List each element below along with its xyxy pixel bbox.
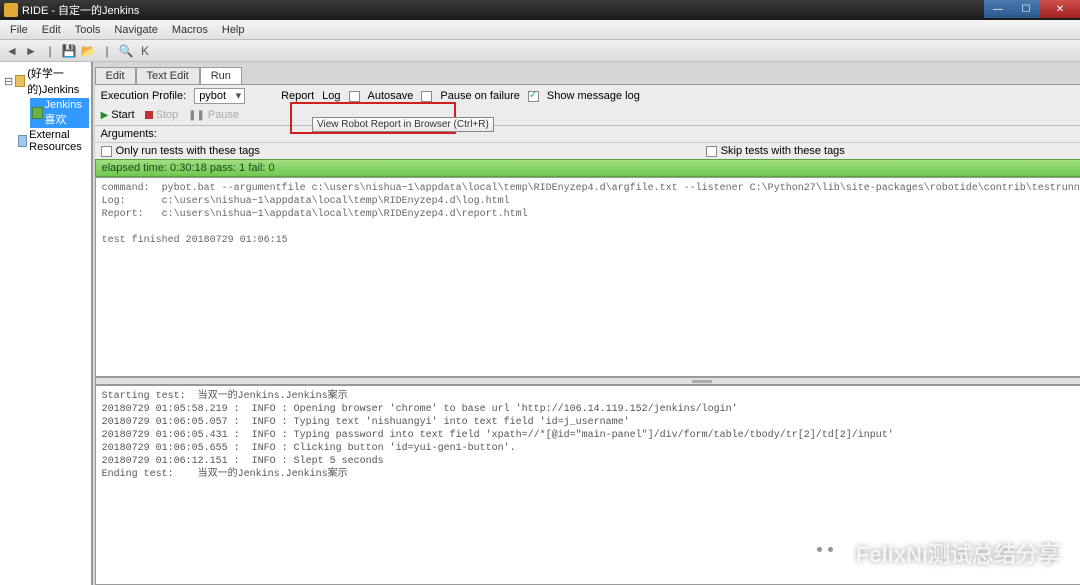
status-text: elapsed time: 0:30:18 pass: 1 fail: 0 — [102, 162, 275, 174]
tree-external-label: External Resources — [29, 129, 86, 153]
pause-icon: ❚❚ — [188, 110, 205, 121]
tree-sidebar: ⊟ (好学一的)Jenkins Jenkins喜欢 External Resou… — [0, 62, 93, 585]
tags-row: Only run tests with these tags Skip test… — [95, 143, 1080, 159]
content-area: Edit Text Edit Run ◂ ▸ ▾ × Execution Pro… — [93, 62, 1080, 585]
menu-file[interactable]: File — [4, 22, 34, 38]
menu-navigate[interactable]: Navigate — [108, 22, 163, 38]
collapse-icon[interactable]: ⊟ — [4, 75, 13, 88]
arguments-label: Arguments: — [101, 128, 157, 140]
save-icon[interactable]: 💾 — [61, 43, 77, 59]
stop-icon[interactable]: K — [137, 43, 153, 59]
resource-icon — [18, 135, 27, 147]
profile-select[interactable]: pybot — [194, 88, 245, 104]
report-button[interactable]: Report — [281, 90, 314, 102]
back-icon[interactable]: ◄ — [4, 43, 20, 59]
menubar: File Edit Tools Navigate Macros Help — [0, 20, 1080, 40]
arguments-row: Arguments: — [95, 126, 1080, 143]
pause-label: Pause — [208, 109, 239, 121]
output-top[interactable]: command: pybot.bat --argumentfile c:\use… — [95, 177, 1080, 377]
start-button[interactable]: ▶Start — [101, 109, 135, 121]
sep-icon: | — [99, 43, 115, 59]
log-button[interactable]: Log — [322, 90, 340, 102]
start-label: Start — [111, 109, 134, 121]
tooltip: View Robot Report in Browser (Ctrl+R) — [312, 117, 494, 132]
app-icon — [4, 3, 18, 17]
menu-macros[interactable]: Macros — [166, 22, 214, 38]
forward-icon[interactable]: ► — [23, 43, 39, 59]
only-tags-label: Only run tests with these tags — [116, 145, 260, 157]
pause-failure-checkbox[interactable] — [421, 91, 432, 102]
menu-edit[interactable]: Edit — [36, 22, 67, 38]
pause-button[interactable]: ❚❚Pause — [188, 109, 239, 121]
tab-text-edit[interactable]: Text Edit — [136, 67, 200, 84]
editor-tabs: Edit Text Edit Run ◂ ▸ ▾ × — [95, 64, 1080, 84]
only-tags-checkbox[interactable] — [101, 146, 112, 157]
folder-icon — [15, 75, 25, 87]
run-controls: Execution Profile: pybot Report Log Auto… — [95, 84, 1080, 107]
grip-icon — [692, 380, 712, 383]
output-bottom[interactable]: Starting test: 当双一的Jenkins.Jenkins案示 201… — [95, 385, 1080, 585]
maximize-button[interactable]: ☐ — [1012, 0, 1040, 18]
stop-icon — [145, 111, 153, 119]
search-icon[interactable]: 🔍 — [118, 43, 134, 59]
toolbar: ◄ ► | 💾 📂 | 🔍 K — [0, 40, 1080, 62]
sep-icon: | — [42, 43, 58, 59]
pause-failure-label: Pause on failure — [440, 90, 520, 102]
stop-label: Stop — [156, 109, 179, 121]
window-controls: — ☐ ✕ — [984, 0, 1080, 20]
tree-child-label: Jenkins喜欢 — [45, 99, 87, 127]
open-icon[interactable]: 📂 — [80, 43, 96, 59]
window-title: RIDE - 自定一的Jenkins — [22, 2, 139, 18]
tab-edit[interactable]: Edit — [95, 67, 136, 84]
show-log-label: Show message log — [547, 90, 640, 102]
tab-run[interactable]: Run — [200, 67, 242, 84]
close-button[interactable]: ✕ — [1040, 0, 1080, 18]
skip-tags-label: Skip tests with these tags — [721, 145, 845, 157]
titlebar: RIDE - 自定一的Jenkins — ☐ ✕ — [0, 0, 1080, 20]
tree-root-label: (好学一的)Jenkins — [27, 65, 86, 97]
minimize-button[interactable]: — — [984, 0, 1012, 18]
splitter[interactable] — [95, 377, 1080, 385]
run-buttons: ▶Start Stop ❚❚Pause — [95, 107, 1080, 126]
status-bar: elapsed time: 0:30:18 pass: 1 fail: 0 — [95, 159, 1080, 177]
profile-label: Execution Profile: — [101, 90, 187, 102]
play-icon: ▶ — [101, 110, 109, 121]
stop-button[interactable]: Stop — [145, 109, 179, 121]
autosave-label: Autosave — [368, 90, 414, 102]
menu-help[interactable]: Help — [216, 22, 251, 38]
tree-external[interactable]: External Resources — [16, 128, 89, 154]
show-log-checkbox[interactable] — [528, 91, 539, 102]
profile-value: pybot — [199, 90, 226, 102]
autosave-checkbox[interactable] — [349, 91, 360, 102]
menu-tools[interactable]: Tools — [69, 22, 107, 38]
testcase-icon — [32, 107, 43, 119]
tree-child[interactable]: Jenkins喜欢 — [30, 98, 89, 128]
tree-root[interactable]: ⊟ (好学一的)Jenkins — [2, 64, 89, 98]
skip-tags-checkbox[interactable] — [706, 146, 717, 157]
main-area: ⊟ (好学一的)Jenkins Jenkins喜欢 External Resou… — [0, 62, 1080, 585]
